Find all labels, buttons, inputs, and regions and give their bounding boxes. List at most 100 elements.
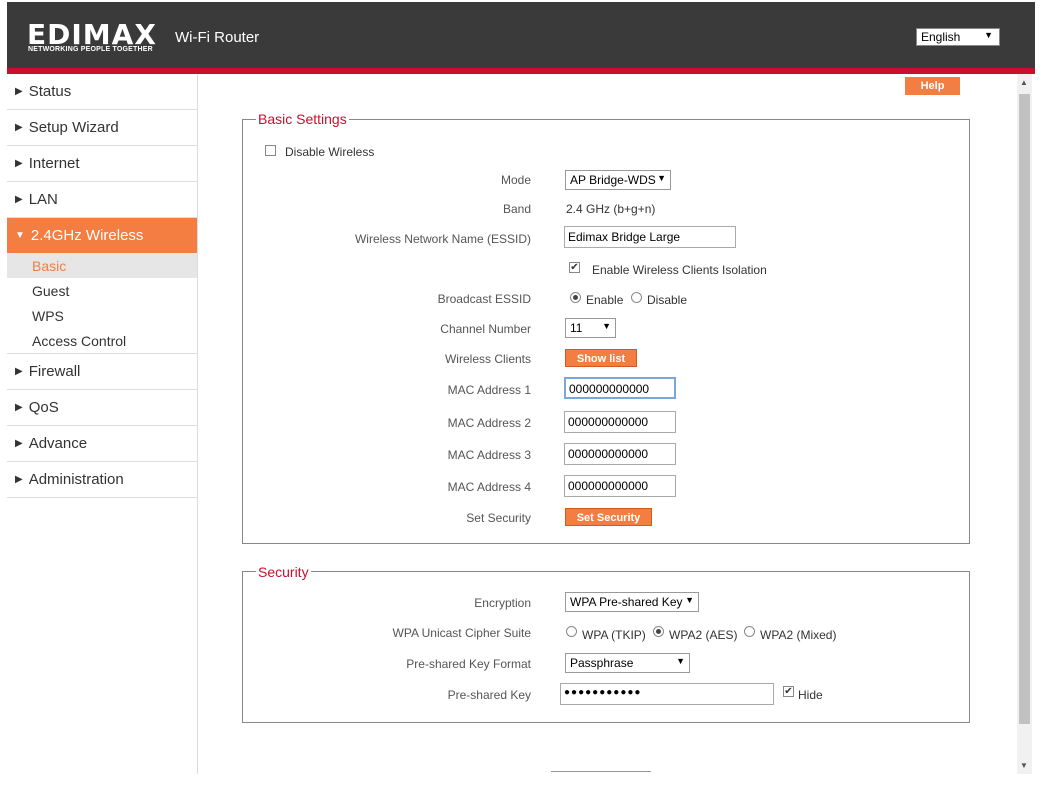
sidebar-item-lan[interactable]: ▶ LAN (7, 182, 197, 218)
channel-number-label: Channel Number (440, 322, 531, 336)
cipher-aes-radio[interactable] (653, 626, 664, 637)
broadcast-enable-radio[interactable] (570, 292, 581, 303)
sidebar-subitem-wps[interactable]: WPS (7, 303, 197, 328)
disable-wireless-label: Disable Wireless (285, 145, 375, 159)
security-legend: Security (256, 564, 311, 580)
mac-address-2-label: MAC Address 2 (447, 416, 531, 430)
app-title: Wi-Fi Router (175, 29, 260, 46)
pre-shared-key-label: Pre-shared Key (447, 688, 531, 702)
logo-tagline: NETWORKING PEOPLE TOGETHER (28, 46, 153, 53)
sidebar-item-qos[interactable]: ▶ QoS (7, 390, 197, 426)
channel-value: 11 (570, 321, 583, 335)
triangle-right-icon: ▶ (15, 402, 23, 413)
mode-select[interactable]: AP Bridge-WDS ▼ (565, 170, 671, 190)
isolation-checkbox[interactable]: ✔ (569, 262, 580, 273)
mac-address-1-input[interactable]: 000000000000 (564, 377, 676, 399)
sidebar-item-label: Administration (28, 471, 124, 488)
key-format-value: Passphrase (570, 656, 634, 670)
key-format-label: Pre-shared Key Format (406, 657, 531, 671)
bottom-divider (551, 771, 651, 772)
sidebar-subitem-access-control[interactable]: Access Control (7, 328, 197, 353)
help-button[interactable]: Help (905, 77, 960, 95)
header: EDIMAX NETWORKING PEOPLE TOGETHER Wi-Fi … (7, 2, 1035, 68)
sidebar-item-administration[interactable]: ▶ Administration (7, 462, 197, 498)
encryption-label: Encryption (474, 596, 531, 610)
triangle-down-icon: ▼ (15, 230, 25, 241)
band-value: 2.4 GHz (b+g+n) (566, 202, 656, 216)
triangle-right-icon: ▶ (15, 366, 23, 377)
channel-select[interactable]: 11 ▼ (565, 318, 616, 338)
sidebar-item-label: Advance (28, 435, 88, 452)
vertical-scrollbar[interactable]: ▲ ▼ (1017, 74, 1032, 774)
triangle-right-icon: ▶ (15, 474, 23, 485)
broadcast-enable-label: Enable (586, 293, 624, 307)
scroll-up-icon[interactable]: ▲ (1020, 78, 1028, 87)
sidebar-item-label: Setup Wizard (28, 119, 119, 136)
triangle-right-icon: ▶ (15, 438, 23, 449)
broadcast-disable-label: Disable (647, 293, 688, 307)
encryption-select[interactable]: WPA Pre-shared Key ▼ (565, 592, 699, 612)
cipher-mixed-label: WPA2 (Mixed) (760, 628, 837, 642)
sidebar-item-label: Status (28, 83, 72, 100)
essid-input[interactable]: Edimax Bridge Large (564, 226, 736, 248)
sidebar-item-advance[interactable]: ▶ Advance (7, 426, 197, 462)
sidebar-item-setup-wizard[interactable]: ▶ Setup Wizard (7, 110, 197, 146)
band-label: Band (502, 202, 531, 216)
pre-shared-key-input[interactable]: ●●●●●●●●●●● (560, 683, 774, 705)
cipher-tkip-label: WPA (TKIP) (582, 628, 646, 642)
mode-label: Mode (500, 173, 531, 187)
sidebar-item-internet[interactable]: ▶ Internet (7, 146, 197, 182)
hide-key-label: Hide (798, 688, 823, 702)
essid-label: Wireless Network Name (ESSID) (354, 232, 531, 246)
mac-address-2-input[interactable]: 000000000000 (564, 411, 676, 433)
isolation-label: Enable Wireless Clients Isolation (592, 263, 767, 277)
scroll-down-icon[interactable]: ▼ (1020, 761, 1028, 770)
triangle-right-icon: ▶ (15, 158, 23, 169)
sidebar-item-label: QoS (28, 399, 59, 416)
sidebar-item-status[interactable]: ▶ Status (7, 74, 197, 110)
cipher-suite-label: WPA Unicast Cipher Suite (392, 626, 532, 640)
chevron-down-icon: ▼ (984, 30, 993, 40)
broadcast-disable-radio[interactable] (631, 292, 642, 303)
sidebar-item-label: 2.4GHz Wireless (30, 227, 144, 244)
cipher-mixed-radio[interactable] (744, 626, 755, 637)
encryption-value: WPA Pre-shared Key (570, 595, 683, 609)
sidebar-subitem-guest[interactable]: Guest (7, 278, 197, 303)
disable-wireless-checkbox[interactable] (265, 145, 276, 156)
main-content: Help Basic Settings Disable Wireless Mod… (198, 74, 1018, 774)
triangle-right-icon: ▶ (15, 194, 23, 205)
sidebar-item-label: Firewall (28, 363, 81, 380)
basic-settings-legend: Basic Settings (256, 111, 349, 127)
chevron-down-icon: ▼ (676, 656, 685, 666)
hide-key-checkbox[interactable]: ✔ (783, 686, 794, 697)
triangle-right-icon: ▶ (15, 86, 23, 97)
sidebar-item-wireless[interactable]: ▼ 2.4GHz Wireless (7, 218, 197, 253)
sidebar-item-label: Internet (28, 155, 80, 172)
language-value: English (921, 30, 961, 44)
chevron-down-icon: ▼ (602, 321, 611, 331)
set-security-button[interactable]: Set Security (565, 508, 652, 526)
wireless-clients-label: Wireless Clients (444, 352, 531, 366)
scroll-thumb[interactable] (1019, 94, 1030, 724)
key-format-select[interactable]: Passphrase ▼ (565, 653, 690, 673)
triangle-right-icon: ▶ (15, 122, 23, 133)
mac-address-3-label: MAC Address 3 (447, 448, 531, 462)
broadcast-essid-label: Broadcast ESSID (437, 292, 531, 306)
sidebar-item-label: LAN (28, 191, 58, 208)
mac-address-4-input[interactable]: 000000000000 (564, 475, 676, 497)
sidebar-item-firewall[interactable]: ▶ Firewall (7, 353, 197, 390)
mode-value: AP Bridge-WDS (570, 173, 656, 187)
mac-address-4-label: MAC Address 4 (447, 480, 531, 494)
sidebar-subitem-basic[interactable]: Basic (7, 253, 197, 278)
chevron-down-icon: ▼ (685, 595, 694, 605)
mac-address-1-label: MAC Address 1 (447, 383, 531, 397)
show-list-button[interactable]: Show list (565, 349, 637, 367)
language-select[interactable]: English ▼ (916, 28, 1000, 46)
cipher-tkip-radio[interactable] (566, 626, 577, 637)
chevron-down-icon: ▼ (657, 173, 666, 183)
sidebar: ▶ Status ▶ Setup Wizard ▶ Internet ▶ LAN ▼ 2.… (7, 74, 198, 774)
set-security-label: Set Security (466, 511, 531, 525)
mac-address-3-input[interactable]: 000000000000 (564, 443, 676, 465)
cipher-aes-label: WPA2 (AES) (669, 628, 738, 642)
edimax-logo: EDIMAX NETWORKING PEOPLE TOGETHER (27, 18, 159, 54)
